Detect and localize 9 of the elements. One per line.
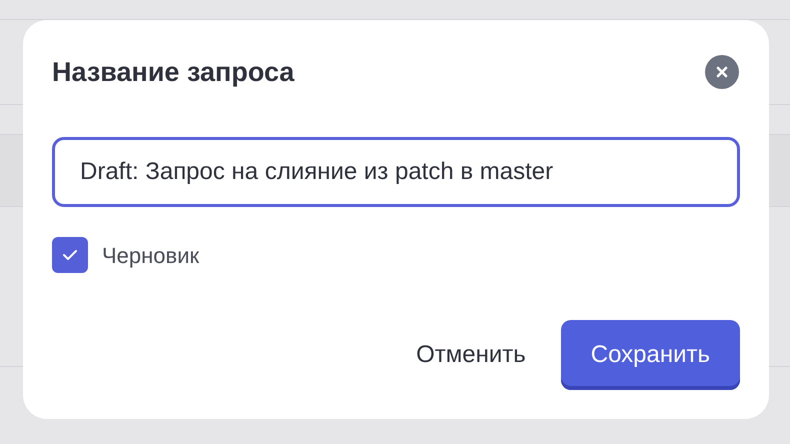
title-input-field[interactable]: Draft: Запрос на слияние из patch в master bbox=[52, 137, 740, 207]
close-icon bbox=[716, 66, 728, 78]
dialog-title: Название запроса bbox=[52, 56, 294, 89]
save-button[interactable]: Сохранить bbox=[560, 320, 740, 390]
close-button[interactable] bbox=[705, 55, 739, 89]
cancel-button[interactable]: Отменить bbox=[396, 320, 546, 390]
checkmark-icon bbox=[62, 249, 78, 261]
checkbox-label: Черновик bbox=[102, 242, 200, 270]
draft-checkbox[interactable] bbox=[52, 237, 88, 273]
